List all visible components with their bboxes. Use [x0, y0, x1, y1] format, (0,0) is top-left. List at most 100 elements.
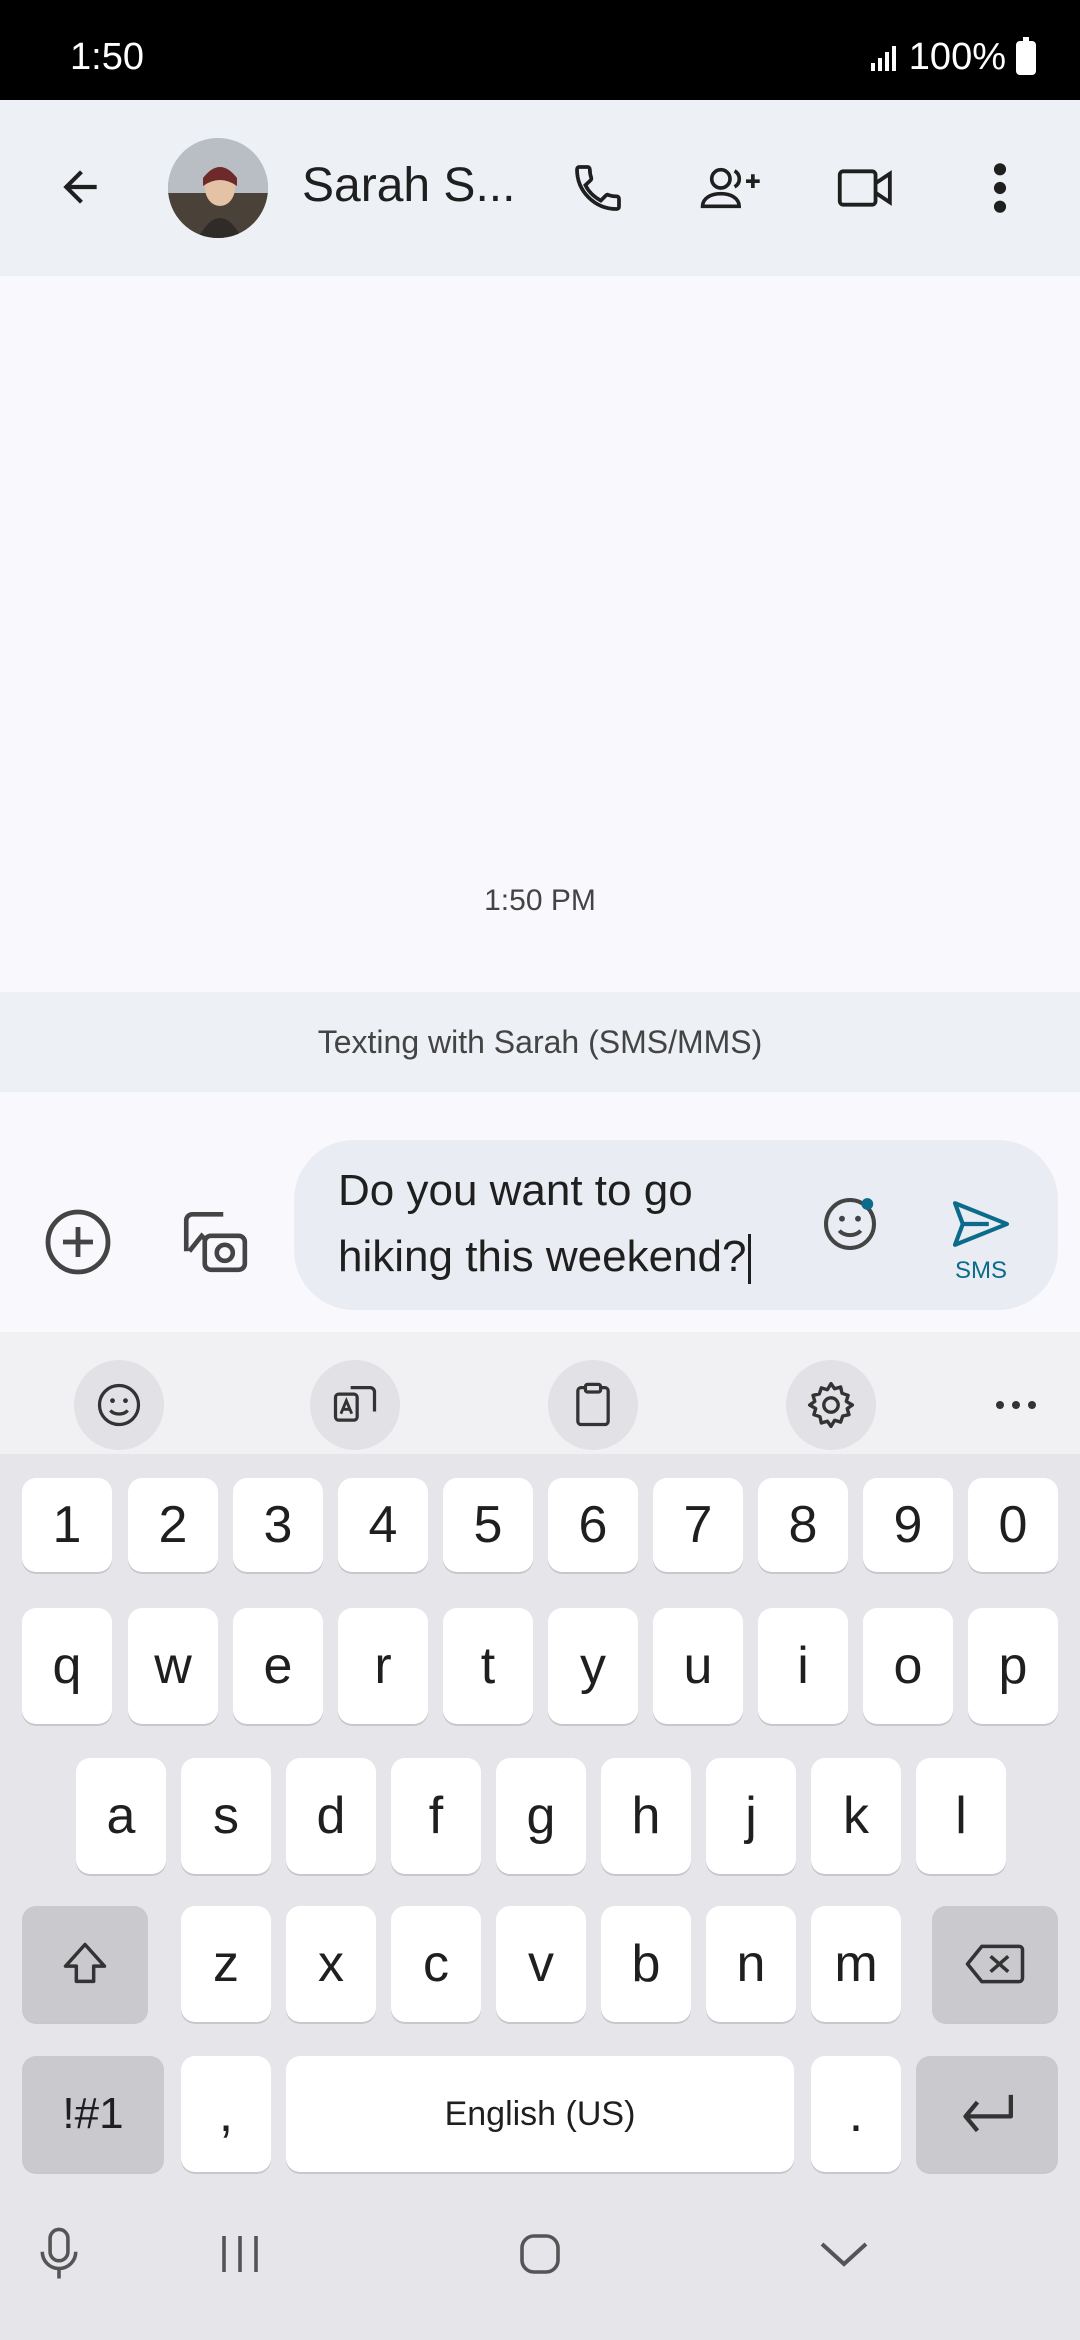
contact-avatar[interactable] — [168, 138, 268, 238]
key-y[interactable]: y — [548, 1608, 638, 1724]
key-z[interactable]: z — [181, 1906, 271, 2022]
key-g[interactable]: g — [496, 1758, 586, 1874]
mic-icon — [40, 2227, 78, 2279]
emoji-button[interactable] — [812, 1186, 888, 1262]
chevron-down-icon — [820, 2242, 868, 2267]
status-time: 1:50 — [70, 36, 144, 78]
period-key[interactable]: . — [811, 2056, 901, 2172]
key-5[interactable]: 5 — [443, 1478, 533, 1572]
home-button[interactable] — [500, 2214, 580, 2294]
enter-key[interactable] — [916, 2056, 1058, 2172]
key-d[interactable]: d — [286, 1758, 376, 1874]
conversation-area: 1:50 PM — [0, 276, 1080, 992]
text-cursor — [748, 1234, 752, 1285]
navigation-bar — [0, 2174, 1080, 2340]
video-call-button[interactable] — [826, 148, 906, 228]
clipboard-button[interactable] — [548, 1360, 638, 1450]
symbols-key[interactable]: !#1 — [22, 2056, 164, 2172]
clipboard-icon — [576, 1382, 610, 1427]
key-0[interactable]: 0 — [968, 1478, 1058, 1572]
back-button[interactable] — [40, 142, 120, 232]
person-add-icon — [700, 167, 760, 209]
status-indicators: 100% — [869, 36, 1036, 79]
key-p[interactable]: p — [968, 1608, 1058, 1724]
key-i[interactable]: i — [758, 1608, 848, 1724]
more-options-button[interactable] — [970, 148, 1030, 228]
battery-percent: 100% — [908, 36, 1006, 78]
emoji-icon — [824, 1198, 876, 1250]
key-c[interactable]: c — [391, 1906, 481, 2022]
send-icon — [952, 1201, 1010, 1247]
avatar-photo — [168, 138, 268, 238]
hide-keyboard-button[interactable] — [804, 2214, 884, 2294]
key-q[interactable]: q — [22, 1608, 112, 1724]
space-key[interactable]: English (US) — [286, 2056, 794, 2172]
phone-icon — [575, 165, 621, 211]
keyboard-toolbar — [0, 1332, 1080, 1454]
key-3[interactable]: 3 — [233, 1478, 323, 1572]
home-icon — [520, 2234, 560, 2274]
key-v[interactable]: v — [496, 1906, 586, 2022]
call-button[interactable] — [560, 148, 636, 228]
key-r[interactable]: r — [338, 1608, 428, 1724]
key-n[interactable]: n — [706, 1906, 796, 2022]
contact-name[interactable]: Sarah S... — [302, 158, 515, 213]
battery-icon — [1016, 36, 1036, 75]
key-8[interactable]: 8 — [758, 1478, 848, 1572]
backspace-icon — [965, 1944, 1025, 1984]
key-f[interactable]: f — [391, 1758, 481, 1874]
translate-button[interactable] — [310, 1360, 400, 1450]
key-6[interactable]: 6 — [548, 1478, 638, 1572]
backspace-key[interactable] — [932, 1906, 1058, 2022]
key-4[interactable]: 4 — [338, 1478, 428, 1572]
more-horiz-icon — [996, 1401, 1036, 1409]
send-sms-button[interactable]: SMS — [946, 1198, 1016, 1285]
keyboard-emoji-button[interactable] — [74, 1360, 164, 1450]
message-line-2: hiking this weekend? — [338, 1232, 747, 1281]
key-7[interactable]: 7 — [653, 1478, 743, 1572]
key-u[interactable]: u — [653, 1608, 743, 1724]
emoji-icon — [97, 1383, 141, 1427]
more-vert-icon — [993, 163, 1007, 213]
signal-icon — [870, 45, 896, 71]
gallery-camera-icon — [183, 1211, 248, 1273]
key-s[interactable]: s — [181, 1758, 271, 1874]
app-bar: Sarah S... — [0, 100, 1080, 276]
recent-apps-button[interactable] — [200, 2214, 280, 2294]
key-k[interactable]: k — [811, 1758, 901, 1874]
message-input[interactable]: Do you want to go hiking this weekend? S… — [294, 1140, 1058, 1310]
key-x[interactable]: x — [286, 1906, 376, 2022]
key-l[interactable]: l — [916, 1758, 1006, 1874]
translate-icon — [333, 1386, 377, 1422]
comma-key[interactable]: , — [181, 2056, 271, 2172]
key-t[interactable]: t — [443, 1608, 533, 1724]
key-e[interactable]: e — [233, 1608, 323, 1724]
key-j[interactable]: j — [706, 1758, 796, 1874]
key-1[interactable]: 1 — [22, 1478, 112, 1572]
add-circle-icon — [45, 1209, 111, 1275]
message-text[interactable]: Do you want to go hiking this weekend? — [338, 1158, 798, 1290]
key-a[interactable]: a — [76, 1758, 166, 1874]
add-person-button[interactable] — [690, 148, 770, 228]
key-o[interactable]: o — [863, 1608, 953, 1724]
message-timestamp: 1:50 PM — [484, 884, 596, 917]
key-m[interactable]: m — [811, 1906, 901, 2022]
gallery-camera-button[interactable] — [172, 1200, 256, 1284]
enter-icon — [963, 2094, 1013, 2133]
key-h[interactable]: h — [601, 1758, 691, 1874]
key-b[interactable]: b — [601, 1906, 691, 2022]
voice-input-button[interactable] — [24, 2214, 94, 2294]
add-attachment-button[interactable] — [38, 1202, 118, 1282]
key-2[interactable]: 2 — [128, 1478, 218, 1572]
keyboard-settings-button[interactable] — [786, 1360, 876, 1450]
keyboard-more-button[interactable] — [976, 1360, 1056, 1450]
message-line-1: Do you want to go — [338, 1166, 693, 1215]
key-w[interactable]: w — [128, 1608, 218, 1724]
status-bar: 1:50 100% — [0, 0, 1080, 100]
keyboard: 1 2 3 4 5 6 7 8 9 0 q w e r t y u i o p … — [0, 1454, 1080, 2174]
recents-icon — [222, 2236, 258, 2272]
key-9[interactable]: 9 — [863, 1478, 953, 1572]
send-label: SMS — [954, 1257, 1007, 1284]
shift-key[interactable] — [22, 1906, 148, 2022]
shift-icon — [63, 1942, 107, 1984]
